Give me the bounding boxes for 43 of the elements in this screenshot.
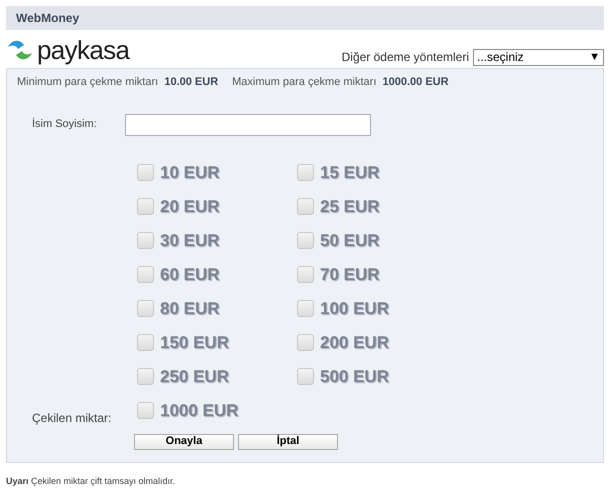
amount-option-label[interactable]: 80 EUR xyxy=(160,296,220,322)
amount-checkbox[interactable] xyxy=(137,334,154,351)
amount-option-label[interactable]: 50 EUR xyxy=(320,228,380,254)
amount-checkbox[interactable] xyxy=(137,198,154,215)
amount-option-label[interactable]: 10 EUR xyxy=(160,160,220,186)
amount-option-label[interactable]: 1000 EUR xyxy=(160,398,238,424)
amount-option-label[interactable]: 30 EUR xyxy=(160,228,220,254)
amount-label: Çekilen miktar: xyxy=(32,410,112,424)
amount-option-label[interactable]: 70 EUR xyxy=(320,262,380,288)
warning-text: Uyarı Çekilen miktar çift tamsayı olmalıdır. xyxy=(6,476,176,486)
amount-option-label[interactable]: 250 EUR xyxy=(160,364,229,390)
payment-method-select[interactable]: ...seçiniz ▼ xyxy=(473,48,604,66)
amount-option-label[interactable]: 100 EUR xyxy=(320,296,389,322)
form-button[interactable]: Onayla xyxy=(134,434,234,450)
amount-option-label[interactable]: 20 EUR xyxy=(160,194,220,220)
amount-checkbox[interactable] xyxy=(297,232,314,249)
header-title: WebMoney xyxy=(16,10,80,27)
amount-option-label[interactable]: 60 EUR xyxy=(160,262,220,288)
amount-option-label[interactable]: 500 EUR xyxy=(320,364,389,390)
amount-option-label[interactable]: 200 EUR xyxy=(320,330,389,356)
amount-option-label[interactable]: 25 EUR xyxy=(320,194,380,220)
amount-checkbox[interactable] xyxy=(297,198,314,215)
limit-text: Minimum para çekme miktarı 10.00 EUR xyxy=(17,75,218,90)
amount-checkbox[interactable] xyxy=(137,266,154,283)
swirl-icon xyxy=(6,39,34,61)
amount-checkbox[interactable] xyxy=(297,300,314,317)
amount-checkbox[interactable] xyxy=(297,334,314,351)
amount-option-label[interactable]: 150 EUR xyxy=(160,330,229,356)
amount-checkbox[interactable] xyxy=(137,300,154,317)
amount-checkbox[interactable] xyxy=(137,232,154,249)
amount-checkbox[interactable] xyxy=(137,402,154,419)
amount-option-label[interactable]: 15 EUR xyxy=(320,160,380,186)
amount-checkbox[interactable] xyxy=(137,368,154,385)
amount-checkbox[interactable] xyxy=(137,164,154,181)
limit-text: Maximum para çekme miktarı 1000.00 EUR xyxy=(232,75,449,90)
name-input-field[interactable] xyxy=(125,114,371,136)
paykasa-logo: paykasa xyxy=(6,37,130,63)
other-methods-label: Diğer ödeme yöntemleri xyxy=(342,49,469,66)
amount-checkbox[interactable] xyxy=(297,164,314,181)
form-button[interactable]: İptal xyxy=(238,434,338,450)
amount-checkbox[interactable] xyxy=(297,368,314,385)
amount-checkbox[interactable] xyxy=(297,266,314,283)
name-label: İsim Soyisim: xyxy=(32,116,98,132)
